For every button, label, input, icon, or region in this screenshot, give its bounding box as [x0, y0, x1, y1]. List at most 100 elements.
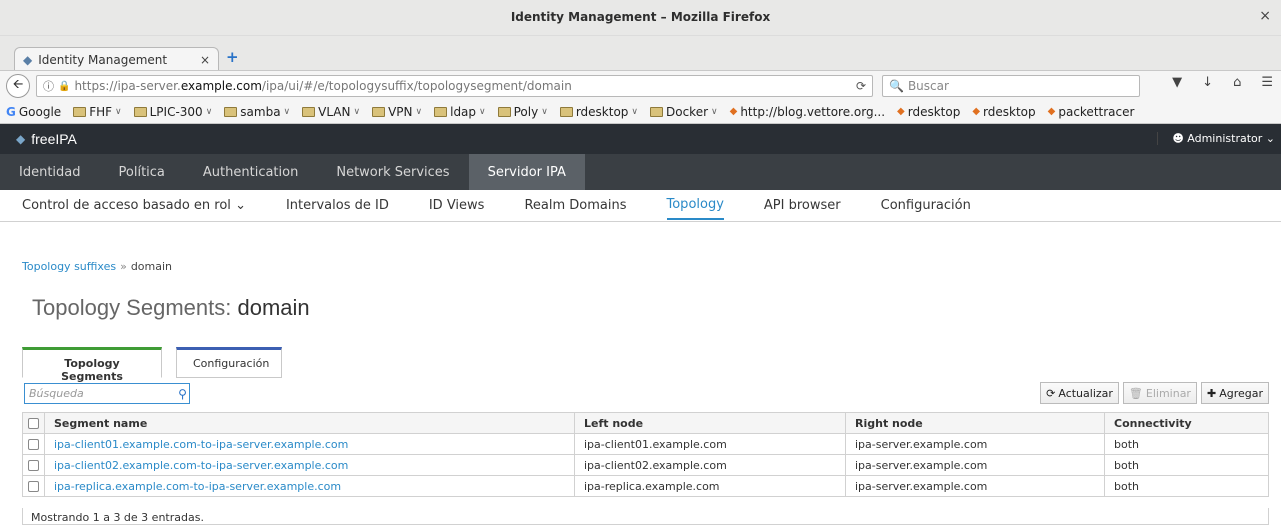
- row-checkbox[interactable]: [28, 460, 39, 471]
- pocket-icon[interactable]: ▼: [1172, 75, 1182, 90]
- delete-button[interactable]: 🗑 Eliminar: [1122, 382, 1197, 404]
- window-close-icon[interactable]: ×: [1259, 8, 1271, 24]
- folder-icon: [133, 106, 147, 117]
- tab-topology-segments[interactable]: Topology Segments: [22, 347, 162, 383]
- site-icon: ◆: [1047, 106, 1056, 117]
- segment-name-link[interactable]: ipa-client02.example.com-to-ipa-server.e…: [44, 454, 575, 476]
- refresh-button[interactable]: ⟳ Actualizar: [1040, 382, 1119, 404]
- segment-name-link[interactable]: ipa-replica.example.com-to-ipa-server.ex…: [44, 475, 575, 497]
- bookmark-label: rdesktop: [983, 104, 1036, 119]
- nav-network-services[interactable]: Network Services: [317, 154, 468, 190]
- bookmark-item[interactable]: samba ∨: [224, 105, 290, 119]
- bookmark-item[interactable]: rdesktop ∨: [559, 104, 638, 119]
- bookmark-item[interactable]: Docker ∨: [650, 105, 718, 119]
- page-title-prefix: Topology Segments:: [32, 295, 232, 320]
- subnav-id-views[interactable]: ID Views: [429, 198, 485, 213]
- left-node-cell: ipa-client01.example.com: [574, 433, 846, 455]
- bookmark-item[interactable]: ◆ http://blog.vettore.org...: [730, 105, 885, 119]
- bookmark-label: Google: [18, 104, 62, 119]
- folder-icon: [650, 106, 663, 117]
- url-bar[interactable]: ⓘ 🔒 https://ipa-server. example.com/ipa/u…: [36, 75, 873, 97]
- bookmark-item[interactable]: VLAN ∨: [302, 105, 360, 119]
- plus-icon: ✚: [1206, 386, 1217, 400]
- toolbar-icons: ▼ ↓ ⌂ ☰: [1172, 75, 1281, 90]
- new-tab-button[interactable]: +: [226, 48, 239, 66]
- row-checkbox[interactable]: [28, 481, 39, 492]
- tab-configuration[interactable]: Configuración: [176, 347, 282, 378]
- header-right-node[interactable]: Right node: [845, 412, 1105, 434]
- bookmark-item[interactable]: VPN ∨: [372, 105, 422, 119]
- subnav-configuration[interactable]: Configuración: [881, 198, 971, 213]
- tab-close-icon[interactable]: ×: [200, 53, 210, 67]
- subnav-topology[interactable]: Topology: [666, 191, 724, 220]
- chevron-down-icon: ∨: [711, 106, 718, 117]
- user-name: Administrator: [1187, 132, 1263, 145]
- bookmark-label: rdesktop: [575, 104, 629, 119]
- bookmark-item[interactable]: ◆ rdesktop: [972, 105, 1035, 119]
- add-button[interactable]: ✚ Agregar: [1200, 382, 1269, 404]
- folder-icon: [302, 106, 316, 117]
- trash-icon: 🗑: [1128, 386, 1143, 400]
- nav-politica[interactable]: Política: [100, 154, 184, 190]
- browser-tab[interactable]: ◆ Identity Management ×: [14, 47, 219, 71]
- breadcrumb-separator: »: [120, 260, 127, 273]
- site-icon: ◆: [729, 106, 738, 117]
- url-prefix: https://ipa-server.: [74, 79, 181, 93]
- connectivity-cell: both: [1104, 475, 1269, 497]
- back-arrow-icon: 🡨: [12, 76, 24, 92]
- back-button[interactable]: 🡨: [6, 73, 30, 98]
- bookmark-item[interactable]: G Google: [6, 105, 61, 119]
- subnav-api-browser[interactable]: API browser: [764, 198, 841, 213]
- reload-icon[interactable]: ⟳: [856, 79, 866, 93]
- search-icon[interactable]: ⚲: [176, 387, 189, 401]
- segment-name-link[interactable]: ipa-client01.example.com-to-ipa-server.e…: [44, 433, 575, 455]
- select-all-checkbox[interactable]: [28, 418, 39, 429]
- chevron-down-icon: ∨: [541, 106, 548, 117]
- ipa-header: ◆ freeIPA ☻ Administrator ⌄: [0, 124, 1281, 154]
- bookmark-item[interactable]: Poly ∨: [497, 105, 548, 119]
- breadcrumb-topology-suffixes[interactable]: Topology suffixes: [22, 260, 116, 273]
- bookmarks-toolbar: G Google FHF ∨ LPIC-300 ∨ samba ∨ VLAN ∨ VPN ∨ ldap ∨…: [0, 100, 1281, 124]
- chevron-down-icon: ∨: [415, 106, 423, 117]
- breadcrumb-current: domain: [130, 260, 173, 273]
- bookmark-label: samba: [240, 104, 281, 119]
- row-select-cell: [22, 475, 45, 497]
- connectivity-cell: both: [1104, 454, 1269, 476]
- chevron-down-icon: ∨: [283, 106, 291, 117]
- subnav-id-ranges[interactable]: Intervalos de ID: [286, 198, 389, 213]
- bookmark-label: VLAN: [318, 104, 351, 119]
- menu-icon[interactable]: ☰: [1261, 75, 1273, 90]
- web-search-field[interactable]: 🔍 Buscar: [882, 75, 1140, 97]
- add-label: Agregar: [1219, 386, 1263, 400]
- bookmark-label: packettracer: [1058, 104, 1135, 119]
- row-checkbox[interactable]: [28, 439, 39, 450]
- subnav-rbac[interactable]: Control de acceso basado en rol ⌄: [22, 198, 246, 213]
- subnav-rbac-label: Control de acceso basado en rol: [22, 198, 231, 213]
- chevron-down-icon: ⌄: [235, 198, 246, 213]
- nav-servidor-ipa[interactable]: Servidor IPA: [468, 154, 585, 190]
- bookmark-item[interactable]: LPIC-300 ∨: [133, 105, 212, 119]
- bookmark-item[interactable]: FHF ∨: [73, 105, 122, 119]
- header-left-node[interactable]: Left node: [574, 412, 846, 434]
- header-segment-name[interactable]: Segment name: [44, 412, 575, 434]
- nav-identidad[interactable]: Identidad: [0, 154, 100, 190]
- bookmark-item[interactable]: ◆ packettracer: [1048, 105, 1135, 119]
- bookmark-item[interactable]: ◆ rdesktop: [897, 105, 960, 119]
- search-input[interactable]: [25, 384, 176, 403]
- info-icon[interactable]: ⓘ: [43, 78, 54, 94]
- folder-icon: [224, 106, 238, 117]
- header-connectivity[interactable]: Connectivity: [1104, 412, 1269, 434]
- lock-icon[interactable]: 🔒: [58, 81, 70, 92]
- delete-label: Eliminar: [1145, 386, 1191, 400]
- home-icon[interactable]: ⌂: [1233, 75, 1241, 90]
- user-menu[interactable]: ☻ Administrator ⌄: [1157, 132, 1275, 145]
- left-node-cell: ipa-client02.example.com: [574, 454, 846, 476]
- connectivity-cell: both: [1104, 433, 1269, 455]
- bookmark-item[interactable]: ldap ∨: [434, 105, 486, 119]
- table-header-row: Segment name Left node Right node Connec…: [22, 412, 1269, 434]
- nav-authentication[interactable]: Authentication: [184, 154, 317, 190]
- subnav-realm-domains[interactable]: Realm Domains: [524, 198, 626, 213]
- breadcrumb: Topology suffixes » domain: [22, 260, 172, 273]
- download-icon[interactable]: ↓: [1202, 75, 1213, 90]
- folder-icon: [559, 106, 573, 117]
